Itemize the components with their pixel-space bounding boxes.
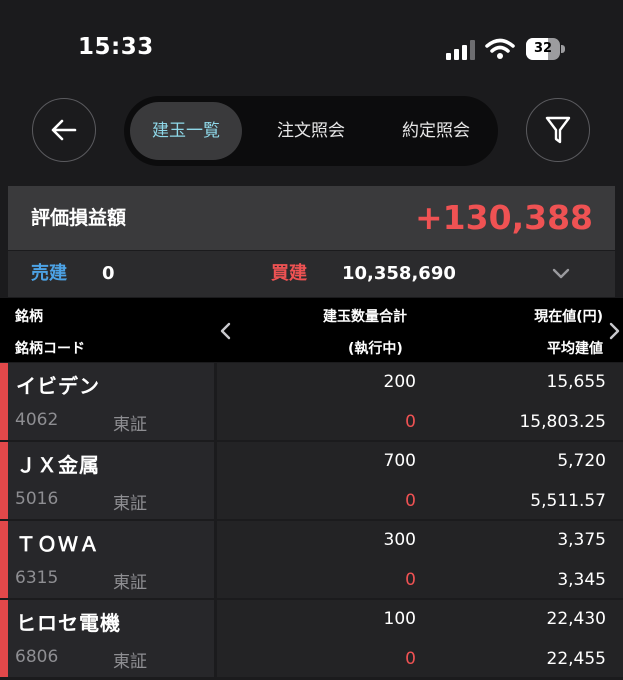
status-time: 15:33 [78, 34, 154, 60]
back-button[interactable] [32, 98, 96, 162]
stock-code: 6315 [15, 568, 59, 588]
chevron-right-icon[interactable] [609, 322, 621, 340]
pending-quantity: 0 [405, 412, 416, 432]
position-row[interactable]: ヒロセ電機 6806 東証 100 0 22,430 22,455 [0, 600, 623, 678]
position-row[interactable]: ＪＸ金属 5016 東証 700 0 5,720 5,511.57 [0, 442, 623, 520]
back-arrow-icon [51, 119, 77, 141]
battery-icon: 32 [526, 38, 566, 60]
current-price: 5,720 [557, 451, 606, 471]
battery-level: 32 [533, 41, 553, 56]
average-price: 3,345 [557, 570, 606, 590]
sell-position-value: 0 [102, 263, 115, 284]
tab-order-inquiry[interactable]: 注文照会 [249, 96, 373, 166]
average-price: 5,511.57 [530, 491, 606, 511]
tab-positions[interactable]: 建玉一覧 [130, 102, 242, 160]
stock-name: ＪＸ金属 [16, 453, 100, 477]
current-price: 22,430 [546, 609, 606, 629]
pending-quantity: 0 [405, 491, 416, 511]
stock-name: イビデン [16, 374, 100, 398]
wifi-icon [485, 38, 515, 59]
row-accent-bar [0, 600, 8, 677]
profit-loss-panel: 評価損益額 +130,388 [8, 186, 615, 250]
position-totals-bar[interactable]: 売建 0 買建 10,358,690 [8, 251, 615, 297]
header-current-price: 現在値(円) [534, 309, 603, 325]
row-accent-bar [0, 442, 8, 519]
table-header: 銘柄 銘柄コード 建玉数量合計 (執行中) 現在値(円) 平均建値 [0, 298, 623, 362]
stock-name: ヒロセ電機 [16, 611, 121, 635]
quantity: 700 [383, 451, 416, 471]
filter-button[interactable] [526, 98, 590, 162]
market: 東証 [113, 494, 147, 514]
current-price: 15,655 [546, 372, 606, 392]
header-avg-price: 平均建値 [547, 341, 603, 357]
current-price: 3,375 [557, 530, 606, 550]
segmented-tabs: 建玉一覧 注文照会 約定照会 [124, 96, 498, 166]
average-price: 15,803.25 [519, 412, 606, 432]
profit-loss-value: +130,388 [415, 198, 593, 237]
header-qty-total: 建玉数量合計 [323, 309, 407, 325]
quantity: 300 [383, 530, 416, 550]
average-price: 22,455 [546, 649, 606, 669]
row-accent-bar [0, 521, 8, 598]
chevron-down-icon[interactable] [552, 268, 570, 280]
stock-name: ＴＯＷＡ [16, 532, 100, 556]
buy-position-label: 買建 [271, 263, 307, 284]
position-row[interactable]: ＴＯＷＡ 6315 東証 300 0 3,375 3,345 [0, 521, 623, 599]
header-executing: (執行中) [348, 341, 403, 357]
stock-code: 4062 [15, 410, 59, 430]
pending-quantity: 0 [405, 570, 416, 590]
row-accent-bar [0, 363, 8, 440]
quantity: 200 [383, 372, 416, 392]
buy-position-value: 10,358,690 [342, 263, 456, 284]
tab-execution-inquiry[interactable]: 約定照会 [374, 96, 498, 166]
sell-position-label: 売建 [31, 263, 67, 284]
header-name: 銘柄 [15, 309, 43, 325]
stock-code: 6806 [15, 647, 59, 667]
pending-quantity: 0 [405, 649, 416, 669]
cellular-signal-icon [446, 40, 475, 60]
market: 東証 [113, 415, 147, 435]
stock-code: 5016 [15, 489, 59, 509]
market: 東証 [113, 652, 147, 672]
header-code: 銘柄コード [15, 341, 85, 357]
position-row[interactable]: イビデン 4062 東証 200 0 15,655 15,803.25 [0, 363, 623, 441]
profit-loss-label: 評価損益額 [31, 207, 127, 229]
filter-icon [545, 116, 571, 144]
market: 東証 [113, 573, 147, 593]
chevron-left-icon[interactable] [219, 322, 231, 340]
quantity: 100 [383, 609, 416, 629]
